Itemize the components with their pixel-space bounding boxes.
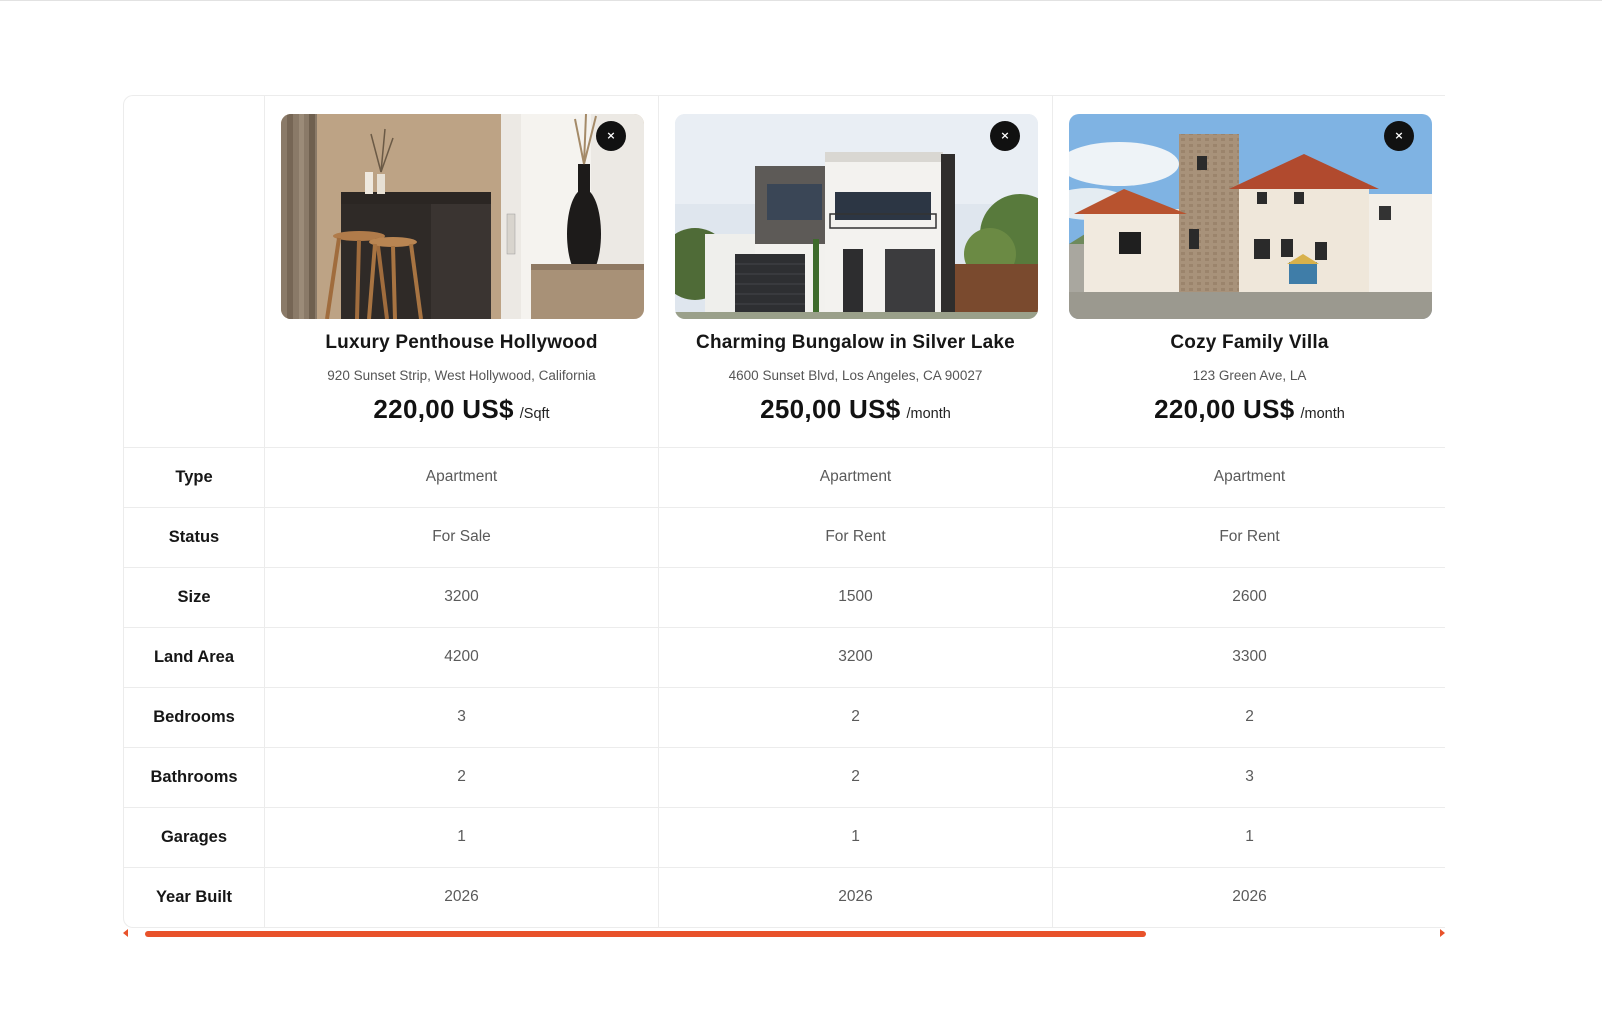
price-amount: 220,00 US$ — [1154, 394, 1295, 424]
modern-house-photo — [675, 114, 1038, 319]
row-label: Bathrooms — [124, 748, 265, 808]
scroll-left-arrow-icon[interactable] — [123, 929, 128, 937]
property-column: × Charming Bungalow in Silver Lake 4600 … — [659, 96, 1053, 448]
property-price: 220,00 US$ /Sqft — [265, 394, 658, 425]
row-value: 3 — [1053, 748, 1445, 808]
row-value: For Sale — [265, 508, 659, 568]
property-image[interactable]: × — [675, 114, 1038, 319]
property-address: 123 Green Ave, LA — [1192, 368, 1307, 383]
property-image[interactable]: × — [1069, 114, 1432, 319]
row-value: 2 — [659, 688, 1053, 748]
row-value: 2600 — [1053, 568, 1445, 628]
price-unit: /month — [906, 406, 951, 422]
property-image[interactable]: × — [281, 114, 644, 319]
row-value: 4200 — [265, 628, 659, 688]
property-price: 220,00 US$ /month — [1053, 394, 1445, 425]
row-value: 2026 — [265, 868, 659, 928]
remove-property-button[interactable]: × — [990, 121, 1020, 151]
row-value: 2026 — [659, 868, 1053, 928]
compare-row-size: Size 3200 1500 2600 — [124, 568, 1445, 628]
compare-row-year-built: Year Built 2026 2026 2026 — [124, 868, 1445, 928]
row-value: Apartment — [659, 448, 1053, 508]
row-value: 1 — [659, 808, 1053, 868]
price-unit: /month — [1300, 406, 1345, 422]
scrollbar-track[interactable] — [133, 930, 1433, 937]
row-value: 3200 — [659, 628, 1053, 688]
label-column-header — [124, 96, 265, 448]
row-value: 1500 — [659, 568, 1053, 628]
row-value: 1 — [1053, 808, 1445, 868]
property-price: 250,00 US$ /month — [659, 394, 1052, 425]
row-value: 2026 — [1053, 868, 1445, 928]
row-value: Apartment — [1053, 448, 1445, 508]
row-value: 2 — [1053, 688, 1445, 748]
villa-house-photo — [1069, 114, 1432, 319]
row-label: Type — [124, 448, 265, 508]
row-label: Land Area — [124, 628, 265, 688]
remove-property-button[interactable]: × — [1384, 121, 1414, 151]
row-value: 3300 — [1053, 628, 1445, 688]
row-label: Bedrooms — [124, 688, 265, 748]
row-value: 2 — [659, 748, 1053, 808]
property-column: × Luxury Penthouse Hollywood 920 Sunset … — [265, 96, 659, 448]
property-column: × Cozy Family Villa 123 Green Ave, LA 22… — [1053, 96, 1445, 448]
price-unit: /Sqft — [519, 406, 550, 422]
row-value: Apartment — [265, 448, 659, 508]
compare-row-bedrooms: Bedrooms 3 2 2 — [124, 688, 1445, 748]
page-top-divider — [0, 0, 1602, 1]
scroll-right-arrow-icon[interactable] — [1440, 929, 1445, 937]
remove-property-button[interactable]: × — [596, 121, 626, 151]
row-value: 2 — [265, 748, 659, 808]
row-label: Year Built — [124, 868, 265, 928]
compare-row-status: Status For Sale For Rent For Rent — [124, 508, 1445, 568]
row-value: 3 — [265, 688, 659, 748]
row-label: Size — [124, 568, 265, 628]
compare-table-viewport: × Luxury Penthouse Hollywood 920 Sunset … — [123, 95, 1445, 933]
compare-row-type: Type Apartment Apartment Apartment — [124, 448, 1445, 508]
price-amount: 250,00 US$ — [760, 394, 901, 424]
property-address: 4600 Sunset Blvd, Los Angeles, CA 90027 — [728, 368, 983, 383]
property-title[interactable]: Luxury Penthouse Hollywood — [265, 332, 658, 354]
scrollbar-thumb[interactable] — [145, 931, 1146, 937]
compare-row-bathrooms: Bathrooms 2 2 3 — [124, 748, 1445, 808]
compare-header-row: × Luxury Penthouse Hollywood 920 Sunset … — [124, 96, 1445, 448]
row-label: Status — [124, 508, 265, 568]
compare-row-garages: Garages 1 1 1 — [124, 808, 1445, 868]
interior-kitchen-photo — [281, 114, 644, 319]
price-amount: 220,00 US$ — [373, 394, 514, 424]
property-title[interactable]: Cozy Family Villa — [1053, 332, 1445, 354]
property-address: 920 Sunset Strip, West Hollywood, Califo… — [327, 368, 596, 383]
row-value: For Rent — [1053, 508, 1445, 568]
row-value: 3200 — [265, 568, 659, 628]
horizontal-scrollbar[interactable] — [123, 929, 1445, 937]
row-label: Garages — [124, 808, 265, 868]
row-value: For Rent — [659, 508, 1053, 568]
compare-row-land-area: Land Area 4200 3200 3300 — [124, 628, 1445, 688]
row-value: 1 — [265, 808, 659, 868]
property-title[interactable]: Charming Bungalow in Silver Lake — [659, 332, 1052, 354]
compare-table: × Luxury Penthouse Hollywood 920 Sunset … — [123, 95, 1445, 928]
